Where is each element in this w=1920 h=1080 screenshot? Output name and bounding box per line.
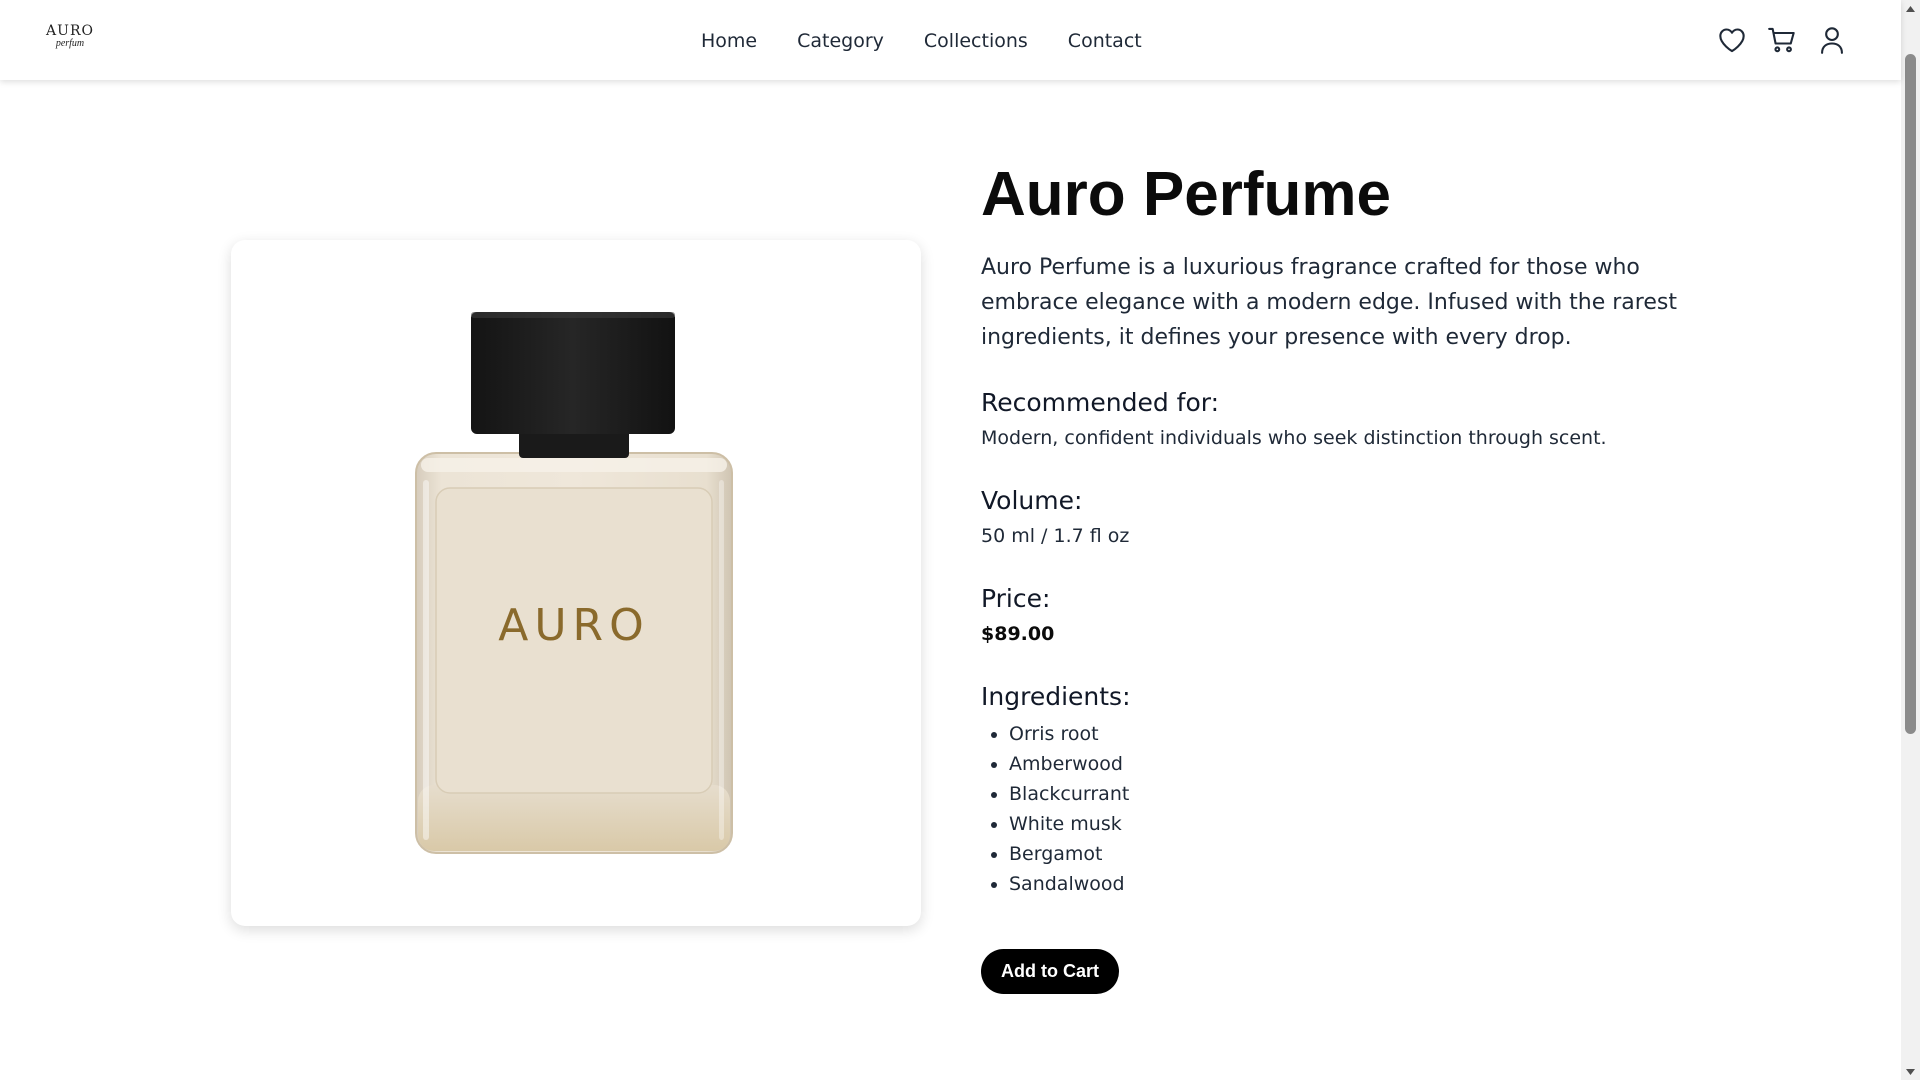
ingredient-item: White musk: [1009, 809, 1681, 839]
logo-wordmark: AURO: [46, 23, 94, 39]
header-actions: [1717, 24, 1847, 56]
ingredients-label: Ingredients:: [981, 682, 1131, 711]
main-nav: Home Category Collections Contact: [701, 26, 1142, 56]
perfume-bottle-image: AURO: [415, 312, 733, 854]
volume-section: Volume: 50 ml / 1.7 fl oz: [981, 485, 1681, 549]
page-scrollbar[interactable]: [1901, 0, 1920, 1080]
nav-home[interactable]: Home: [701, 26, 757, 56]
price-label: Price:: [981, 584, 1051, 613]
triangle-up-icon: [1906, 5, 1915, 12]
add-to-cart-button[interactable]: Add to Cart: [981, 949, 1119, 994]
scroll-thumb[interactable]: [1905, 54, 1916, 734]
logo-subtitle: perfum: [55, 38, 85, 49]
top-navbar: AURO perfum Home Category Collections Co…: [0, 0, 1901, 80]
nav-contact[interactable]: Contact: [1068, 26, 1142, 56]
recommended-value: Modern, confident individuals who seek d…: [981, 427, 1607, 449]
account-button[interactable]: [1817, 24, 1847, 56]
cart-button[interactable]: [1767, 24, 1797, 56]
scroll-down-arrow[interactable]: [1901, 1063, 1920, 1080]
price-section: Price: $89.00: [981, 583, 1681, 647]
product-image-card: AURO: [231, 240, 921, 926]
ingredient-item: Orris root: [1009, 719, 1681, 749]
cart-icon: [1768, 27, 1795, 53]
recommended-label: Recommended for:: [981, 388, 1220, 417]
ingredients-section: Ingredients: Orris root Amberwood Blackc…: [981, 681, 1681, 899]
recommended-section: Recommended for: Modern, confident indiv…: [981, 387, 1681, 451]
scroll-up-arrow[interactable]: [1901, 0, 1920, 17]
volume-value: 50 ml / 1.7 fl oz: [981, 525, 1130, 547]
bottle-label: AURO: [498, 600, 650, 651]
ingredient-item: Bergamot: [1009, 839, 1681, 869]
triangle-down-icon: [1906, 1068, 1915, 1075]
product-title: Auro Perfume: [981, 160, 1391, 229]
heart-icon: [1719, 28, 1745, 53]
nav-collections[interactable]: Collections: [924, 26, 1028, 56]
volume-label: Volume:: [981, 486, 1083, 515]
ingredients-list: Orris root Amberwood Blackcurrant White …: [981, 719, 1681, 899]
price-value: $89.00: [981, 623, 1055, 645]
user-icon: [1821, 27, 1843, 54]
ingredient-item: Sandalwood: [1009, 869, 1681, 899]
product-details: Auro Perfume Auro Perfume is a luxurious…: [981, 150, 1681, 994]
brand-logo[interactable]: AURO perfum: [44, 24, 96, 49]
ingredient-item: Amberwood: [1009, 749, 1681, 779]
wishlist-button[interactable]: [1717, 24, 1747, 56]
nav-category[interactable]: Category: [797, 26, 884, 56]
product-description: Auro Perfume is a luxurious fragrance cr…: [981, 255, 1677, 350]
ingredient-item: Blackcurrant: [1009, 779, 1681, 809]
